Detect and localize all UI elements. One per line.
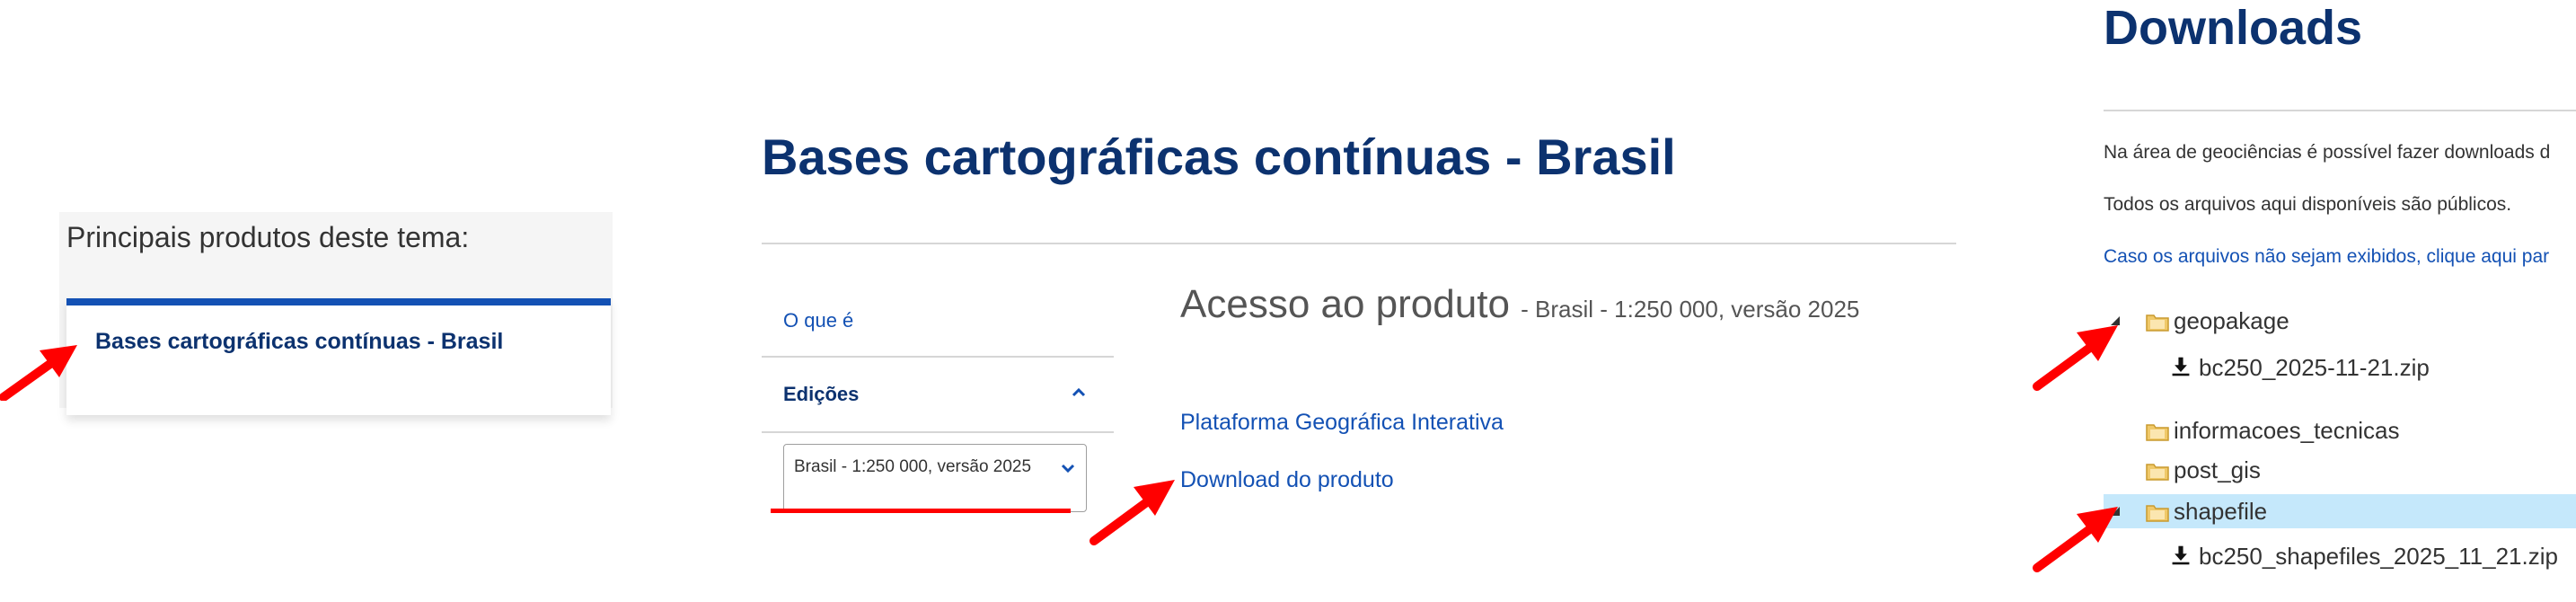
edition-highlight-underline bbox=[771, 509, 1071, 513]
downloads-title: Downloads bbox=[2104, 1, 2363, 55]
nav-what-is[interactable]: O que é bbox=[783, 309, 853, 332]
featured-product-link[interactable]: Bases cartográficas contínuas - Brasil bbox=[95, 329, 503, 355]
tree-item-bc250-shapefiles-zip[interactable]: bc250_shapefiles_2025_11_21.zip bbox=[2199, 543, 2558, 571]
downloads-public-text: Todos os arquivos aqui disponíveis são p… bbox=[2104, 194, 2512, 215]
tree-item-geopakage[interactable]: geopakage bbox=[2174, 307, 2289, 335]
tree-item-shapefile[interactable]: shapefile bbox=[2174, 498, 2267, 526]
nav-editions[interactable]: Edições bbox=[783, 383, 859, 406]
folder-icon bbox=[2146, 505, 2169, 522]
folder-icon bbox=[2146, 424, 2169, 441]
chevron-down-icon[interactable] bbox=[1058, 458, 1078, 478]
tree-item-informacoes-tecnicas[interactable]: informacoes_tecnicas bbox=[2174, 417, 2399, 445]
download-product-link[interactable]: Download do produto bbox=[1180, 467, 1394, 493]
tree-item-post-gis[interactable]: post_gis bbox=[2174, 456, 2261, 484]
page-title: Bases cartográficas contínuas - Brasil bbox=[762, 128, 1676, 185]
download-icon bbox=[2172, 357, 2190, 376]
featured-product-card[interactable] bbox=[66, 298, 611, 415]
featured-products-heading: Principais produtos deste tema: bbox=[66, 221, 470, 253]
annotation-arrow-icon bbox=[1090, 480, 1175, 545]
downloads-divider bbox=[2104, 110, 2576, 111]
access-heading-text: Acesso ao produto bbox=[1180, 282, 1510, 326]
annotation-arrow-icon bbox=[2033, 507, 2118, 572]
annotation-arrow-icon bbox=[2033, 325, 2118, 391]
edition-select[interactable] bbox=[783, 444, 1087, 512]
nav-divider bbox=[762, 431, 1114, 433]
annotation-arrow-icon bbox=[0, 345, 77, 401]
access-subheading: - Brasil - 1:250 000, versão 2025 bbox=[1521, 296, 1860, 323]
folder-icon bbox=[2146, 314, 2169, 332]
title-divider bbox=[762, 243, 1956, 244]
folder-icon bbox=[2146, 464, 2169, 481]
downloads-help-link[interactable]: Caso os arquivos não sejam exibidos, cli… bbox=[2104, 246, 2549, 268]
platform-link[interactable]: Plataforma Geográfica Interativa bbox=[1180, 410, 1504, 436]
downloads-intro-text: Na área de geociências é possível fazer … bbox=[2104, 142, 2551, 163]
edition-select-value[interactable]: Brasil - 1:250 000, versão 2025 bbox=[794, 456, 1037, 478]
nav-divider bbox=[762, 356, 1114, 358]
tree-item-bc250-zip[interactable]: bc250_2025-11-21.zip bbox=[2199, 354, 2430, 382]
chevron-up-icon[interactable] bbox=[1069, 383, 1089, 403]
download-icon bbox=[2172, 545, 2190, 565]
access-heading: Acesso ao produto - Brasil - 1:250 000, … bbox=[1180, 282, 1859, 327]
